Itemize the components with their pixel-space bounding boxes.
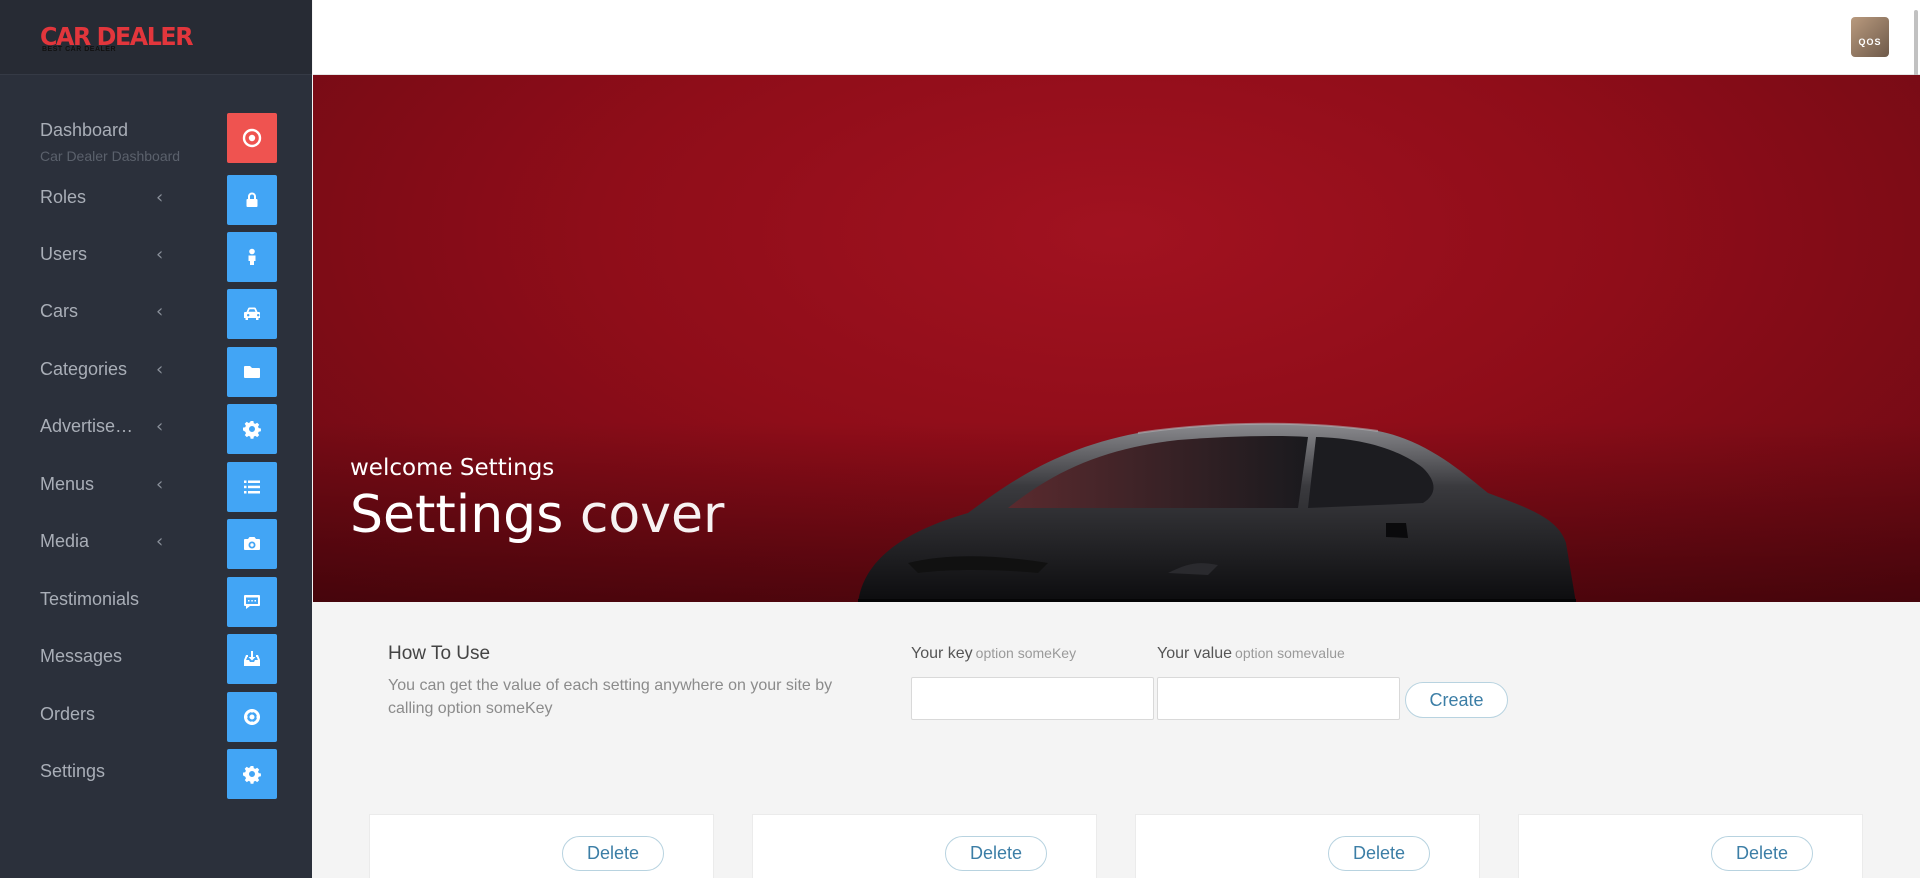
sidebar-item-advertisements[interactable]: Advertise… ‹ (0, 404, 312, 454)
sidebar-item-label: Roles (40, 187, 87, 207)
sidebar-item-sublabel: Car Dealer Dashboard (40, 148, 181, 164)
hero-welcome: welcome Settings (350, 455, 555, 481)
how-to-use-text: You can get the value of each setting an… (388, 677, 833, 717)
list-icon (227, 462, 277, 512)
comment-icon (227, 577, 277, 627)
key-label-text: Your key (911, 645, 973, 662)
sidebar-item-label: Testimonials (40, 589, 140, 609)
sidebar-item-label: Settings (40, 761, 106, 781)
key-input[interactable] (911, 677, 1154, 720)
sidebar-item-orders[interactable]: Orders (0, 692, 312, 742)
chevron-left-icon: ‹ (156, 531, 164, 552)
sidebar-item-roles[interactable]: Roles ‹ (0, 175, 312, 225)
life-ring-icon (227, 692, 277, 742)
sidebar-item-cars[interactable]: Cars ‹ (0, 289, 312, 339)
delete-button[interactable]: Delete (1328, 836, 1430, 871)
sidebar-item-dashboard[interactable]: Dashboard Car Dealer Dashboard (0, 113, 312, 171)
hero-title-light: cover (579, 485, 725, 545)
avatar[interactable]: QOS (1851, 17, 1889, 57)
car-image (858, 422, 1576, 602)
value-label-text: Your value (1157, 645, 1233, 662)
how-to-use-title: How To Use (388, 643, 491, 664)
chevron-left-icon: ‹ (156, 244, 164, 265)
create-button[interactable]: Create (1405, 682, 1508, 718)
delete-button[interactable]: Delete (945, 836, 1047, 871)
sidebar-item-label: Orders (40, 704, 96, 724)
delete-button[interactable]: Delete (562, 836, 664, 871)
sidebar: CAR DEALER BEST CAR DEALER Dashboard Car… (0, 0, 312, 878)
chevron-left-icon: ‹ (156, 359, 164, 380)
chevron-left-icon: ‹ (156, 474, 164, 495)
topbar: QOS (313, 0, 1920, 75)
folder-icon (227, 347, 277, 397)
hero-title-bold: Settings (350, 485, 564, 545)
sidebar-item-settings[interactable]: Settings (0, 749, 312, 799)
sidebar-item-label: Users (40, 244, 88, 264)
sidebar-item-label: Cars (40, 301, 79, 321)
sidebar-item-menus[interactable]: Menus ‹ (0, 462, 312, 512)
logo-area[interactable]: CAR DEALER BEST CAR DEALER (0, 0, 312, 75)
value-label: Your value option somevalue (1157, 645, 1345, 663)
target-icon (227, 113, 277, 163)
brand-tagline: BEST CAR DEALER (42, 46, 117, 53)
sidebar-item-label: Categories (40, 359, 128, 379)
sidebar-item-users[interactable]: Users ‹ (0, 232, 312, 282)
sidebar-item-categories[interactable]: Categories ‹ (0, 347, 312, 397)
sidebar-item-testimonials[interactable]: Testimonials (0, 577, 312, 627)
page-title: Settings cover (350, 485, 724, 545)
gear-icon (227, 749, 277, 799)
sidebar-item-label: Media (40, 531, 90, 551)
hero-cover: welcome Settings Settings cover (313, 75, 1920, 602)
lock-icon (227, 175, 277, 225)
avatar-text: QOS (1858, 37, 1882, 47)
sidebar-item-messages[interactable]: Messages (0, 634, 312, 684)
sidebar-item-label: Messages (40, 646, 123, 666)
sidebar-item-label: Menus (40, 474, 95, 494)
inbox-icon (227, 634, 277, 684)
sidebar-item-media[interactable]: Media ‹ (0, 519, 312, 569)
car-icon (227, 289, 277, 339)
key-hint: option someKey (975, 645, 1077, 661)
chevron-left-icon: ‹ (156, 187, 164, 208)
sidebar-item-label: Advertise… (40, 416, 134, 436)
gear-icon (227, 404, 277, 454)
camera-icon (227, 519, 277, 569)
value-hint: option somevalue (1235, 645, 1345, 661)
chevron-left-icon: ‹ (156, 301, 164, 322)
key-label: Your key option someKey (911, 645, 1076, 663)
delete-button[interactable]: Delete (1711, 836, 1813, 871)
value-input[interactable] (1157, 677, 1400, 720)
sidebar-item-label: Dashboard (40, 120, 129, 140)
user-icon (227, 232, 277, 282)
chevron-left-icon: ‹ (156, 416, 164, 437)
